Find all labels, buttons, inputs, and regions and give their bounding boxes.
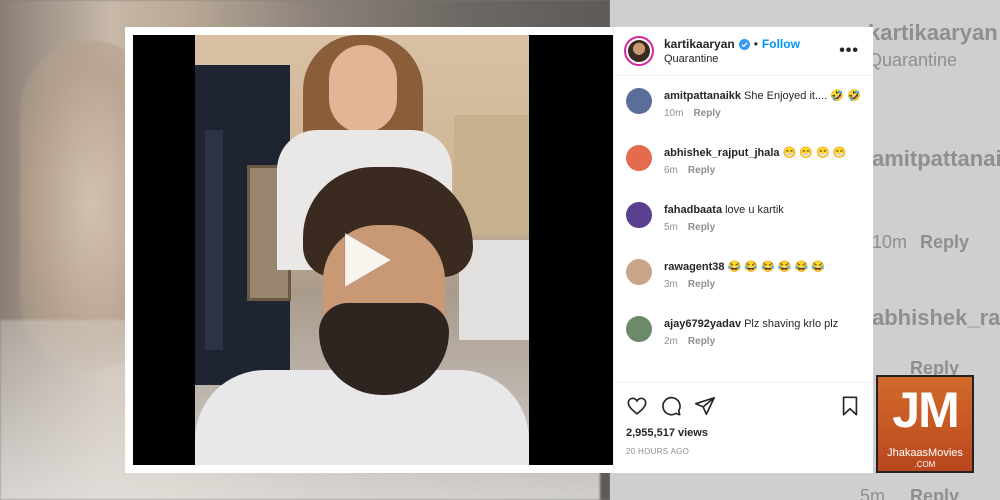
author-avatar[interactable] — [624, 36, 654, 66]
commenter-username[interactable]: amitpattanaikk — [664, 90, 741, 102]
comment-text: Plz shaving krlo plz — [744, 318, 839, 330]
ghost-location: Quarantine — [868, 50, 958, 70]
watermark-tld: .COM — [914, 460, 936, 469]
watermark-jm: JM — [892, 382, 959, 438]
comment-time: 6m — [664, 165, 678, 176]
ghost-reply: Reply — [920, 232, 970, 252]
comment-text: 😁 😁 😁 😁 — [782, 147, 847, 159]
watermark-site: JhakaasMovies — [887, 447, 963, 459]
reply-button[interactable]: Reply — [688, 222, 715, 233]
ghost-reply-3: Reply — [910, 486, 960, 500]
post-actions: 2,955,517 views 20 HOURS AGO — [614, 382, 873, 456]
commenter-avatar[interactable] — [626, 145, 652, 171]
ghost-time-2: 5m — [860, 486, 886, 500]
commenter-avatar[interactable] — [626, 259, 652, 285]
comment-text: She Enjoyed it.... 🤣 🤣 — [744, 90, 861, 102]
like-heart-icon[interactable] — [626, 395, 648, 417]
reply-button[interactable]: Reply — [688, 336, 715, 347]
commenter-avatar[interactable] — [626, 202, 652, 228]
instagram-post-card: kartikaaryan • Follow Quarantine ••• ami… — [125, 27, 873, 473]
comment-text: 😂 😂 😂 😂 😂 😂 — [727, 261, 825, 273]
comment-text: love u kartik — [725, 204, 784, 216]
commenter-username[interactable]: fahadbaata — [664, 204, 722, 216]
ghost-commenter: amitpattanai — [872, 146, 1000, 171]
comment-item: ajay6792yadav Plz shaving krlo plz 2m Repl… — [614, 313, 873, 370]
view-count[interactable]: 2,955,517 views — [626, 427, 861, 439]
watermark-logo: JM JhakaasMovies .COM — [876, 375, 974, 473]
comment-item: abhishek_rajput_jhala 😁 😁 😁 😁 6m Reply — [614, 142, 873, 199]
save-bookmark-icon[interactable] — [839, 395, 861, 417]
comment-item: rawagent38 😂 😂 😂 😂 😂 😂 3m Reply — [614, 256, 873, 313]
commenter-username[interactable]: abhishek_rajput_jhala — [664, 147, 780, 159]
comment-time: 10m — [664, 108, 684, 119]
ghost-commenter-2: abhishek_rajpu — [872, 305, 1000, 330]
post-side-panel: kartikaaryan • Follow Quarantine ••• ami… — [613, 27, 873, 473]
author-username[interactable]: kartikaaryan — [664, 37, 735, 51]
comments-list: amitpattanaikk She Enjoyed it.... 🤣 🤣 10m… — [614, 85, 873, 370]
comment-time: 2m — [664, 336, 678, 347]
reply-button[interactable]: Reply — [693, 108, 720, 119]
post-timestamp: 20 HOURS AGO — [626, 447, 690, 456]
play-button[interactable] — [331, 225, 401, 295]
separator-dot: • — [753, 37, 758, 51]
comment-time: 3m — [664, 279, 678, 290]
commenter-username[interactable]: ajay6792yadav — [664, 318, 741, 330]
reply-button[interactable]: Reply — [688, 165, 715, 176]
follow-button[interactable]: Follow — [762, 37, 800, 51]
share-send-icon[interactable] — [694, 395, 716, 417]
comment-item: fahadbaata love u kartik 5m Reply — [614, 199, 873, 256]
play-icon — [344, 232, 392, 288]
commenter-username[interactable]: rawagent38 — [664, 261, 725, 273]
ghost-username: kartikaaryan — [868, 20, 998, 45]
reply-button[interactable]: Reply — [688, 279, 715, 290]
video-player[interactable] — [133, 35, 613, 465]
post-location[interactable]: Quarantine — [664, 53, 839, 65]
post-header: kartikaaryan • Follow Quarantine ••• — [614, 27, 873, 76]
commenter-avatar[interactable] — [626, 316, 652, 342]
ghost-time: 10m — [872, 232, 908, 252]
comment-time: 5m — [664, 222, 678, 233]
comment-icon[interactable] — [660, 395, 682, 417]
commenter-avatar[interactable] — [626, 88, 652, 114]
more-options-icon[interactable]: ••• — [839, 42, 859, 60]
comment-item: amitpattanaikk She Enjoyed it.... 🤣 🤣 10m… — [614, 85, 873, 142]
verified-badge-icon — [738, 38, 750, 50]
